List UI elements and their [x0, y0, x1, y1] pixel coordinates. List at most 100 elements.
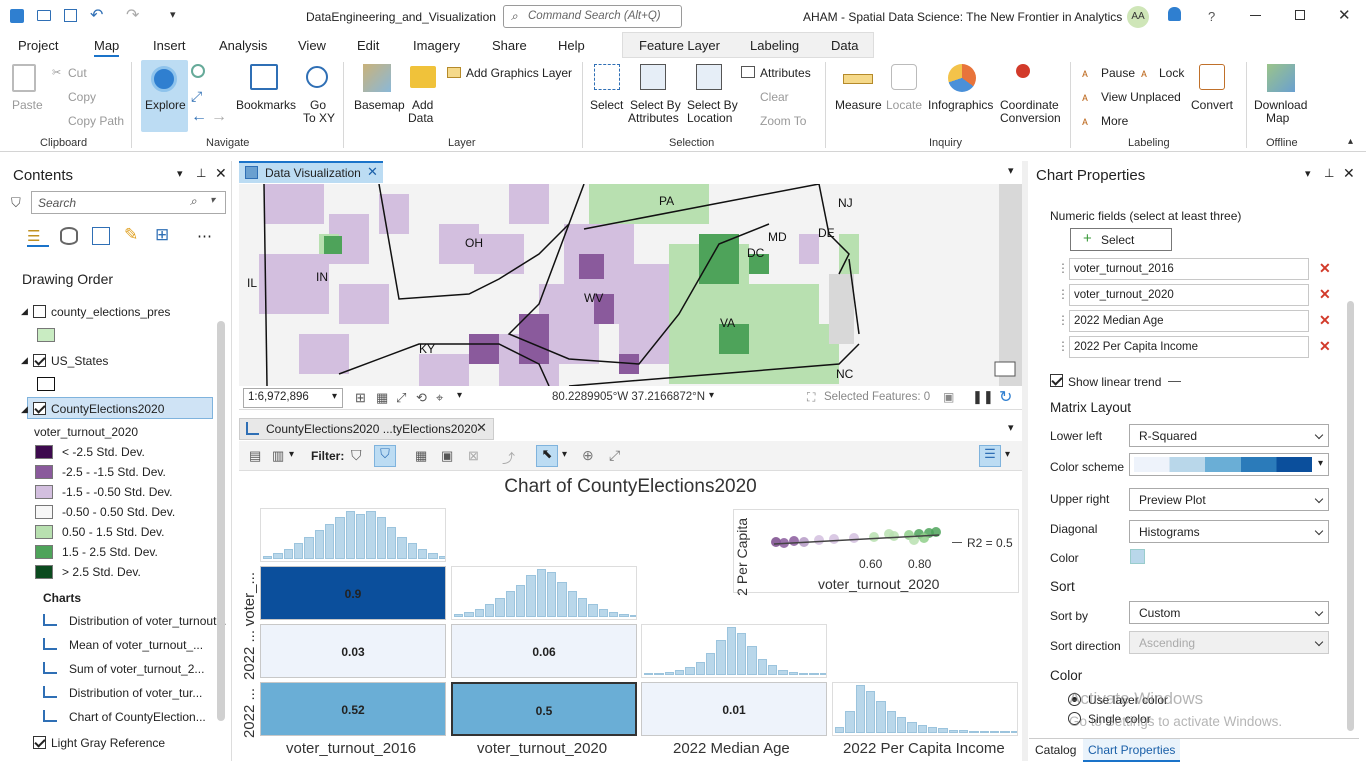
- refresh-selection-icon[interactable]: ▣: [943, 390, 954, 404]
- color-scheme-select[interactable]: ▾: [1129, 453, 1329, 476]
- preview-plot[interactable]: 2 Per Capita 0.60 0.80 voter_turnout_202…: [733, 509, 1019, 596]
- histogram[interactable]: [260, 508, 446, 562]
- open-folder-icon[interactable]: [37, 10, 51, 21]
- pause-button[interactable]: Pause: [1101, 66, 1135, 80]
- r-squared-cell[interactable]: 0.9: [260, 566, 446, 620]
- more-button[interactable]: More: [1101, 114, 1128, 128]
- layer-county-elections-pres[interactable]: county_elections_pres: [51, 305, 170, 319]
- contents-scrollbar[interactable]: [217, 321, 225, 721]
- add-chart-icon[interactable]: ▥: [272, 448, 284, 464]
- tab-project[interactable]: Project: [18, 38, 58, 53]
- chart-list-item[interactable]: Sum of voter_turnout_2...: [69, 662, 204, 676]
- infographics-button[interactable]: Infographics: [928, 98, 993, 112]
- legend-swatch[interactable]: [35, 465, 53, 479]
- collapse-ribbon-icon[interactable]: ▴: [1348, 136, 1353, 147]
- notification-icon[interactable]: [1168, 7, 1181, 21]
- attributes-button[interactable]: Attributes: [760, 66, 811, 80]
- tab-map[interactable]: Map: [94, 38, 120, 57]
- legend-swatch[interactable]: [35, 445, 53, 459]
- chevron-down-icon[interactable]: ▾: [289, 449, 294, 460]
- close-tab-icon[interactable]: ✕: [367, 164, 378, 180]
- legend-swatch[interactable]: [35, 565, 53, 579]
- command-search-input[interactable]: ⌕ Command Search (Alt+Q): [503, 5, 682, 28]
- coordinate-conversion-button[interactable]: Coordinate: [1000, 98, 1059, 112]
- list-by-source-icon[interactable]: [60, 227, 78, 245]
- r-squared-cell[interactable]: 0.5: [451, 682, 637, 736]
- chevron-down-icon[interactable]: ▾: [457, 390, 462, 401]
- table-icon[interactable]: ▦: [415, 448, 427, 464]
- lock-button[interactable]: Lock: [1159, 66, 1184, 80]
- list-by-drawing-order-icon[interactable]: ☰: [27, 227, 49, 247]
- copy-button[interactable]: Copy: [68, 90, 96, 104]
- save-icon[interactable]: [64, 9, 77, 22]
- pause-drawing-icon[interactable]: ❚❚: [972, 389, 994, 405]
- view-unplaced-button[interactable]: View Unplaced: [1101, 90, 1181, 104]
- pin-icon[interactable]: ⊥: [196, 166, 206, 180]
- legend-toggle-button[interactable]: ☰: [979, 445, 1001, 467]
- scale-select[interactable]: 1:6,972,896 ▾: [243, 388, 343, 408]
- remove-field-icon[interactable]: ✕: [1319, 260, 1331, 277]
- close-tab-icon[interactable]: ✕: [476, 420, 487, 436]
- layer-light-gray-reference[interactable]: Light Gray Reference: [51, 736, 165, 750]
- add-graphics-layer-button[interactable]: Add Graphics Layer: [466, 66, 572, 80]
- remove-field-icon[interactable]: ✕: [1319, 312, 1331, 329]
- collapse-layer-icon[interactable]: ◢: [21, 355, 28, 366]
- chart-properties-icon[interactable]: ▤: [249, 448, 261, 464]
- sync-icon[interactable]: ⤴: [502, 448, 515, 467]
- tab-imagery[interactable]: Imagery: [413, 38, 460, 53]
- drag-handle-icon[interactable]: ⋮: [1057, 313, 1069, 327]
- sort-by-select[interactable]: Custom: [1129, 601, 1329, 624]
- paste-button[interactable]: Paste: [12, 98, 43, 112]
- explore-button[interactable]: Explore: [141, 60, 188, 132]
- drag-handle-icon[interactable]: ⋮: [1057, 261, 1069, 275]
- legend-swatch[interactable]: [35, 525, 53, 539]
- bookmarks-button[interactable]: Bookmarks: [236, 98, 296, 112]
- tab-edit[interactable]: Edit: [357, 38, 379, 53]
- r-squared-cell[interactable]: 0.06: [451, 624, 637, 678]
- tab-help[interactable]: Help: [558, 38, 585, 53]
- histogram[interactable]: [451, 566, 637, 620]
- collapse-layer-icon[interactable]: ◢: [21, 404, 28, 415]
- legend-swatch[interactable]: [35, 485, 53, 499]
- layer-visibility-basemap[interactable]: [33, 736, 46, 749]
- numeric-field[interactable]: 2022 Per Capita Income: [1069, 336, 1309, 358]
- color-swatch[interactable]: [1130, 549, 1145, 564]
- list-by-snapping-icon[interactable]: ⊞: [155, 225, 169, 245]
- help-button[interactable]: ?: [1208, 9, 1215, 24]
- grid-icon[interactable]: ▦: [376, 390, 388, 406]
- tab-insert[interactable]: Insert: [153, 38, 186, 53]
- reference-scale-icon[interactable]: ⊞: [355, 390, 366, 406]
- tab-share[interactable]: Share: [492, 38, 527, 53]
- zoom-to-button[interactable]: Zoom To: [760, 114, 806, 128]
- legend-swatch[interactable]: [35, 505, 53, 519]
- copy-path-button[interactable]: Copy Path: [68, 114, 124, 128]
- customize-qat-icon[interactable]: ▾: [170, 8, 176, 21]
- select-button[interactable]: Select: [590, 98, 623, 112]
- full-extent-icon[interactable]: [191, 64, 205, 78]
- drag-handle-icon[interactable]: ⋮: [1057, 339, 1069, 353]
- numeric-field[interactable]: 2022 Median Age: [1069, 310, 1309, 332]
- select-fields-button[interactable]: + Select: [1070, 228, 1172, 251]
- tab-feature-layer[interactable]: Feature Layer: [639, 38, 720, 53]
- export-icon[interactable]: ▣: [441, 448, 453, 464]
- map-canvas[interactable]: PA NJ OH MD DE DC IN IL WV VA KY NC: [239, 184, 1022, 386]
- view-options-icon[interactable]: ▾: [1008, 421, 1014, 434]
- app-logo-icon[interactable]: [10, 9, 24, 23]
- list-by-editing-icon[interactable]: ✎: [124, 225, 138, 245]
- diagonal-select[interactable]: Histograms: [1129, 520, 1329, 543]
- filter-icon[interactable]: ⛉: [11, 195, 21, 211]
- r-squared-cell[interactable]: 0.01: [641, 682, 827, 736]
- chevron-down-icon[interactable]: ▾: [1005, 449, 1010, 460]
- maximize-button[interactable]: [1295, 10, 1305, 20]
- sort-direction-select[interactable]: Ascending: [1129, 631, 1329, 654]
- undo-icon[interactable]: ↶: [90, 5, 103, 25]
- go-button[interactable]: Go: [310, 98, 326, 112]
- pane-options-icon[interactable]: ▾: [1305, 167, 1311, 180]
- contents-search-input[interactable]: Search ⌕ ▾: [31, 191, 226, 214]
- collapse-layer-icon[interactable]: ◢: [21, 306, 28, 317]
- drag-handle-icon[interactable]: ⋮: [1057, 287, 1069, 301]
- download-map-button[interactable]: Download: [1254, 98, 1307, 112]
- zoom-extent-icon[interactable]: ⤢: [191, 88, 202, 105]
- chart-list-item[interactable]: Distribution of voter_turnout...: [69, 614, 226, 628]
- splitter[interactable]: [1022, 161, 1028, 761]
